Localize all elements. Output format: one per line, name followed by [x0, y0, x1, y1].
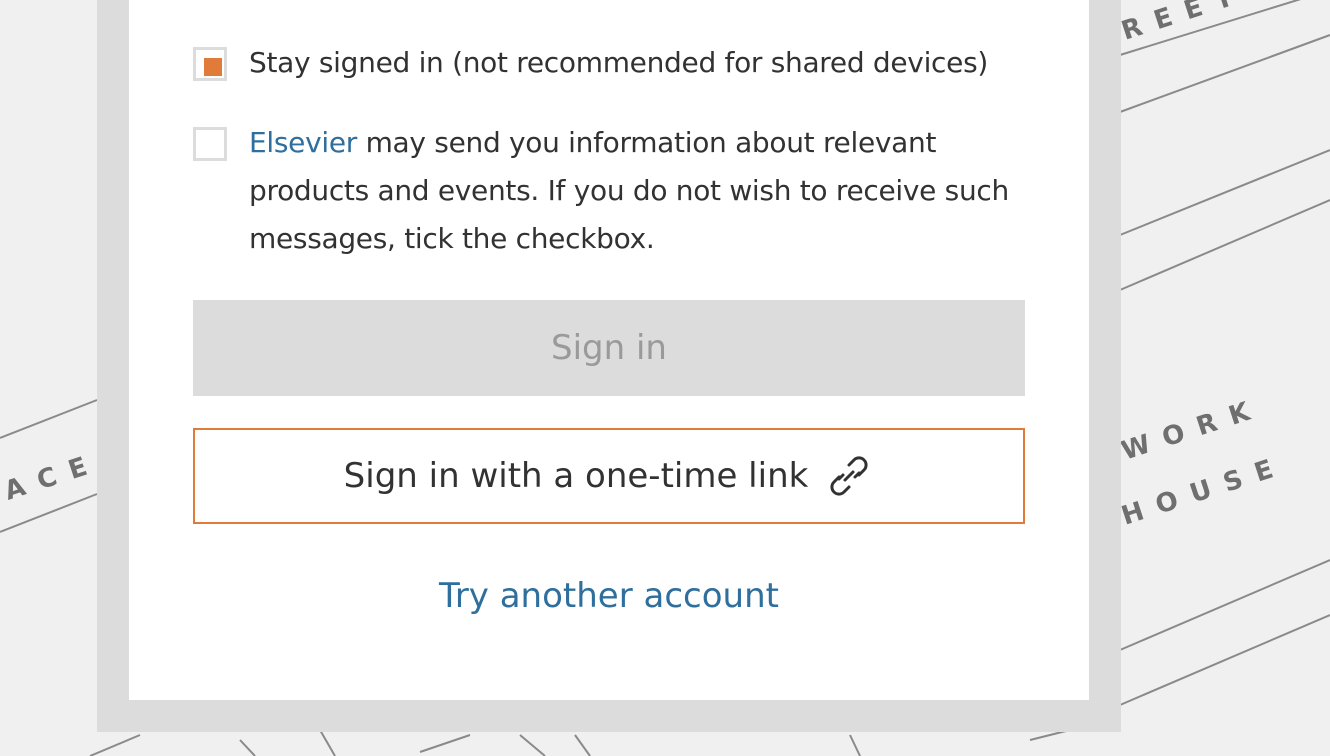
svg-text:REET: REET [1118, 0, 1250, 47]
elsevier-link[interactable]: Elsevier [249, 126, 357, 159]
marketing-consent-text: may send you information about relevant … [249, 126, 1009, 255]
marketing-consent-label: Elsevier may send you information about … [249, 119, 1039, 263]
stay-signed-in-row: Stay signed in (not recommended for shar… [193, 46, 988, 87]
stay-signed-in-checkbox[interactable] [193, 47, 227, 81]
link-icon [824, 451, 874, 501]
try-another-account-link[interactable]: Try another account [193, 576, 1025, 616]
sign-in-button-label: Sign in [551, 328, 667, 368]
marketing-consent-checkbox[interactable] [193, 127, 227, 161]
checkbox-checked-mark [204, 58, 222, 76]
one-time-link-button-label: Sign in with a one-time link [343, 456, 809, 496]
svg-text:WORK: WORK [1118, 393, 1267, 467]
stay-signed-in-label[interactable]: Stay signed in (not recommended for shar… [249, 39, 988, 87]
one-time-link-button[interactable]: Sign in with a one-time link [193, 428, 1025, 524]
marketing-consent-row: Elsevier may send you information about … [193, 126, 1039, 263]
sign-in-button[interactable]: Sign in [193, 300, 1025, 396]
svg-text:HOUSE: HOUSE [1118, 450, 1290, 532]
